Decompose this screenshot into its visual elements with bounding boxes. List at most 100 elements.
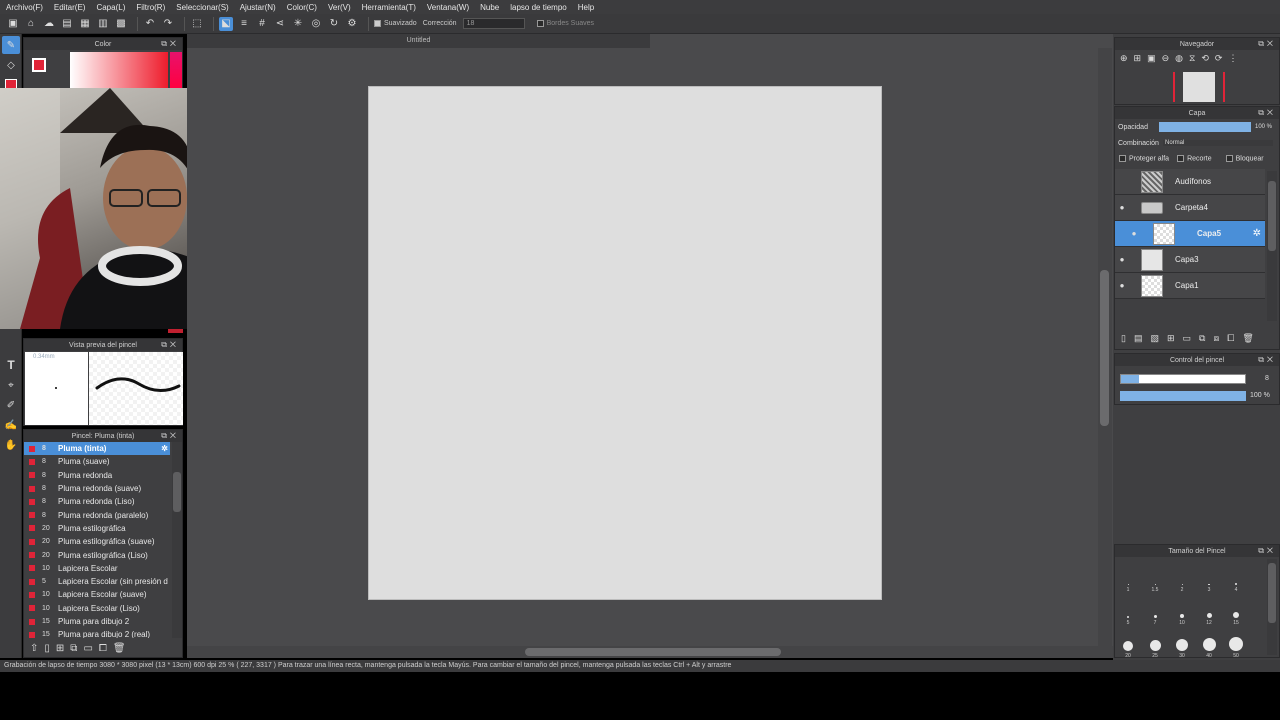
delete-layer-icon[interactable]: 🗑	[1242, 333, 1253, 344]
brush-tool-icon[interactable]: ✍	[2, 416, 20, 434]
menu-editar[interactable]: Editar(E)	[54, 3, 86, 12]
brush-copy-icon[interactable]: ⧉	[70, 643, 77, 654]
panel-buttons-icon[interactable]: ⧉✕	[1258, 39, 1276, 49]
menu-color[interactable]: Color(C)	[287, 3, 317, 12]
reset-view-icon[interactable]: ⟳	[1215, 53, 1223, 64]
deselect-icon[interactable]: ⬚	[190, 17, 204, 31]
redo-icon[interactable]: ↷	[161, 17, 175, 31]
snap-radial-icon[interactable]: ✳	[291, 17, 305, 31]
gear-icon[interactable]: ✲	[161, 444, 168, 453]
brush-item[interactable]: 15 Pluma para dibujo 2	[24, 615, 170, 628]
brush-opacity-slider[interactable]	[1120, 391, 1246, 401]
snap-circle-icon[interactable]: ◎	[309, 17, 323, 31]
lock-checkbox[interactable]: Bloquear	[1225, 155, 1264, 163]
zoom-out-icon[interactable]: ⊖	[1162, 53, 1170, 64]
brush-item[interactable]: 20 Pluma estilográfica (Liso)	[24, 548, 170, 561]
pen-tool-icon[interactable]: ✎	[2, 36, 20, 54]
correccion-select[interactable]: 18	[462, 18, 525, 29]
new-icon[interactable]: ▣	[6, 17, 20, 31]
eyedropper-tool-icon[interactable]: ✐	[2, 396, 20, 414]
save-icon[interactable]: ▤	[60, 17, 74, 31]
brush-size-preset[interactable]	[1202, 638, 1216, 651]
brush-size-preset[interactable]	[1123, 641, 1133, 651]
tiles-icon[interactable]: ▩	[114, 17, 128, 31]
grid-icon[interactable]: ▥	[96, 17, 110, 31]
brush-size-preset[interactable]	[1180, 614, 1184, 618]
duplicate-layer-icon[interactable]: ⧉	[1199, 333, 1205, 344]
layer-item[interactable]: ● Capa1	[1115, 273, 1265, 299]
brush-list-scrollbar[interactable]	[172, 442, 182, 638]
cloud-icon[interactable]: ☁	[42, 17, 56, 31]
blend-select[interactable]: Normal	[1163, 140, 1273, 146]
brush-size-preset[interactable]	[1206, 613, 1212, 618]
clip-checkbox[interactable]: Recorte	[1177, 155, 1212, 163]
hand-tool-icon[interactable]: ✋	[2, 436, 20, 454]
visibility-eye-icon[interactable]: ●	[1115, 281, 1129, 290]
new-8bit-layer-icon[interactable]: ▧	[1150, 333, 1159, 344]
brush-up-icon[interactable]: ⇧	[30, 643, 38, 654]
visibility-eye-icon[interactable]: ●	[1115, 203, 1129, 212]
layer-item[interactable]: ● Carpeta4	[1115, 195, 1265, 221]
panel-buttons-icon[interactable]: ⧉✕	[161, 431, 179, 441]
text-tool-icon[interactable]: T	[2, 356, 20, 374]
menu-capa[interactable]: Capa(L)	[96, 3, 125, 12]
brush-delete-icon[interactable]: 🗑	[113, 643, 126, 654]
brush-item[interactable]: 15 Pluma para dibujo 2 (real)	[24, 628, 170, 638]
new-folder-icon[interactable]: ▭	[1183, 333, 1192, 344]
brush-size-preset[interactable]	[1233, 612, 1239, 618]
panel-buttons-icon[interactable]: ⧉✕	[161, 340, 179, 350]
layer-settings-gear-icon[interactable]: ✲	[1253, 228, 1261, 239]
layer-item[interactable]: ● Capa3	[1115, 247, 1265, 273]
horizontal-scroll-thumb[interactable]	[525, 648, 781, 656]
brush-item[interactable]: 20 Pluma estilográfica	[24, 522, 170, 535]
merge-layer-icon[interactable]: ⧈	[1213, 333, 1219, 344]
layer-scrollbar[interactable]	[1267, 171, 1277, 321]
panel-buttons-icon[interactable]: ⧉✕	[1258, 108, 1276, 118]
brush-size-preset[interactable]	[1154, 584, 1156, 585]
brush-size-preset[interactable]	[1153, 615, 1157, 618]
brush-item[interactable]: 10 Lapicera Escolar (Liso)	[24, 602, 170, 615]
brush-size-slider[interactable]	[1120, 374, 1246, 384]
menu-filtro[interactable]: Filtro(R)	[136, 3, 165, 12]
brush-size-preset[interactable]	[1235, 583, 1237, 585]
brush-settings-icon[interactable]: ⧠	[99, 643, 107, 654]
brush-item[interactable]: 5 Lapicera Escolar (sin presión d	[24, 575, 170, 588]
brush-item[interactable]: 8 Pluma redonda (paralelo)	[24, 508, 170, 521]
menu-seleccionar[interactable]: Seleccionar(S)	[176, 3, 228, 12]
brush-size-scrollbar[interactable]	[1267, 559, 1277, 655]
zoom-in-icon[interactable]: ⊕	[1120, 53, 1128, 64]
brush-item[interactable]: 10 Lapicera Escolar	[24, 562, 170, 575]
brush-item[interactable]: 8 Pluma (tinta) ✲	[24, 442, 170, 456]
zoom-fit-icon[interactable]: ⊞	[1134, 53, 1142, 64]
open-icon[interactable]: ⌂	[24, 17, 38, 31]
brush-size-preset[interactable]	[1181, 584, 1183, 585]
brush-size-preset[interactable]	[1176, 639, 1188, 651]
snap-off-icon[interactable]: ⬕	[219, 16, 233, 31]
brush-size-preset[interactable]	[1229, 637, 1243, 651]
new-halftone-layer-icon[interactable]: ▤	[1134, 333, 1143, 344]
layer-item[interactable]: Audífonos	[1115, 169, 1265, 195]
rotate-icon[interactable]: ◍	[1175, 53, 1183, 64]
brush-item[interactable]: 8 Pluma redonda (suave)	[24, 482, 170, 495]
brush-add-icon[interactable]: ⊞	[56, 643, 64, 654]
select-tool-icon[interactable]: ⌖	[2, 376, 20, 394]
snap-parallel-icon[interactable]: ≡	[237, 17, 251, 31]
zoom-actual-icon[interactable]: ▣	[1147, 53, 1156, 64]
visibility-eye-icon[interactable]: ●	[1127, 229, 1141, 238]
current-color-swatch[interactable]	[32, 58, 46, 72]
drawing-canvas[interactable]	[368, 86, 882, 600]
panel-buttons-icon[interactable]: ⧉✕	[161, 39, 179, 49]
flip-icon[interactable]: ⧖	[1189, 53, 1195, 64]
protect-alpha-checkbox[interactable]: Proteger alfa	[1119, 155, 1169, 163]
brush-item[interactable]: 10 Lapicera Escolar (suave)	[24, 588, 170, 601]
brush-item[interactable]: 8 Pluma (suave)	[24, 455, 170, 468]
bordes-checkbox[interactable]: Bordes Suaves	[536, 20, 594, 27]
eraser-tool-icon[interactable]: ◇	[2, 56, 20, 74]
export-icon[interactable]: ▦	[78, 17, 92, 31]
brush-new-icon[interactable]: ▯	[44, 643, 50, 654]
brush-folder-icon[interactable]: ▭	[83, 643, 92, 654]
color-gradient-picker[interactable]	[70, 52, 168, 88]
menu-help[interactable]: Help	[578, 3, 594, 12]
menu-archivo[interactable]: Archivo(F)	[6, 3, 43, 12]
document-tab[interactable]: Untitled	[187, 34, 650, 48]
